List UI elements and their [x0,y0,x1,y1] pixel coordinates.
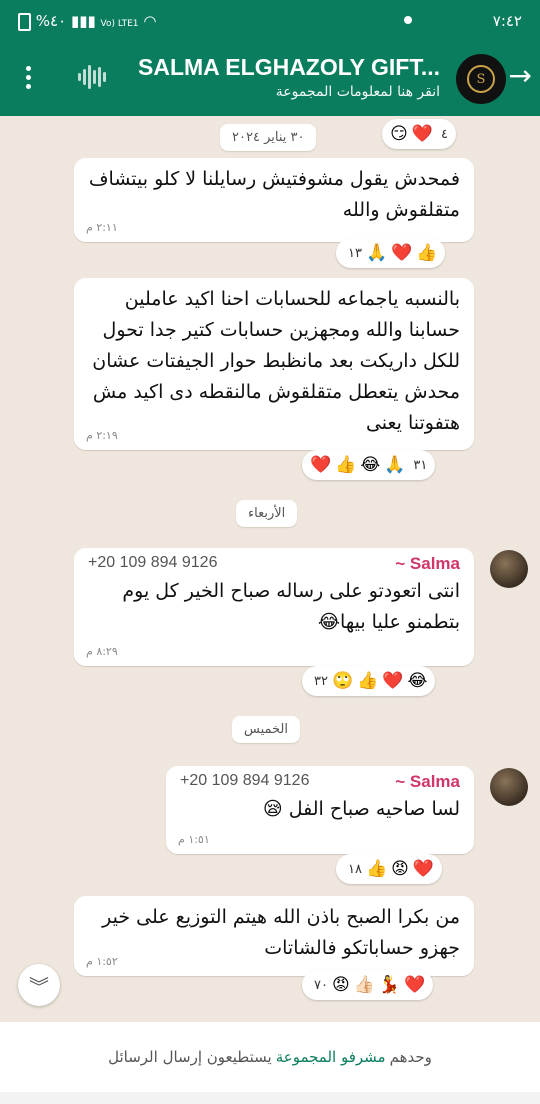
reactions[interactable]: ٣٢ 🙄 👍 ❤️ 😂 [302,666,436,696]
reaction-emoji: ❤️ [411,124,434,144]
sender-row: +20 109 894 9126 ~ Salma [166,766,474,792]
reactions[interactable]: 😏 ❤️ ٤ [382,119,456,149]
reaction-emoji: ❤️ [404,975,426,995]
message-text: انتى اتعودتو على رساله صباح الخير كل يوم… [122,580,460,633]
reaction-emoji: 👍 [416,243,438,263]
reaction-count: ٣٢ [314,673,328,689]
system-nav-bar [0,1092,540,1104]
reaction-emoji: 😂 [360,455,381,475]
message-time: ١:٥٢ م [86,955,118,968]
reaction-emoji: 😂 [407,671,428,691]
reaction-emoji: 🙄 [331,671,354,691]
group-avatar[interactable]: S [456,54,506,104]
message-time: ١:٥١ م [178,833,210,846]
reactions[interactable]: ١٣ 🙏 ❤️ 👍 [336,238,446,268]
reaction-emoji: 🙏 [365,243,388,263]
message-bubble[interactable]: +20 109 894 9126 ~ Salma لسا صاحيه صباح … [166,766,474,854]
message-text: فمحدش يقول مشوفتيش رسايلنا لا كلو بيتشاف… [88,168,460,221]
scroll-down-button[interactable]: ︾ [18,964,60,1006]
chat-header[interactable]: → S SALMA ELGHAZOLY GIFT... انقر هنا لمع… [0,44,540,116]
back-arrow-icon[interactable]: → [509,62,532,90]
sender-phone[interactable]: +20 109 894 9126 [180,772,309,792]
logo-letter: S [467,65,495,93]
message-bubble[interactable]: +20 109 894 9126 ~ Salma انتى اتعودتو عل… [74,548,474,666]
reaction-emoji: 👍 [365,859,388,879]
admin-only-notice: وحدهم مشرفو المجموعة يستطيعون إرسال الرس… [0,1022,540,1092]
reaction-emoji: 💃 [378,975,401,995]
network-label: Vo) LTE1 [100,19,139,29]
chat-area[interactable]: 😏 ❤️ ٤ ٣٠ يناير ٢٠٢٤ فمحدش يقول مشوفتيش … [0,116,540,1022]
wifi-icon: ◠ [143,12,157,30]
message-bubble[interactable]: من بكرا الصبح باذن الله هيتم التوزيع على… [74,896,474,976]
sender-phone[interactable]: +20 109 894 9126 [88,554,217,574]
reaction-emoji: ❤️ [382,671,404,691]
reaction-emoji: ❤️ [412,859,435,879]
message-bubble[interactable]: بالنسبه ياجماعه للحسابات احنا اكيد عاملي… [74,278,474,450]
reaction-emoji: 😡 [331,975,350,995]
battery-icon [18,12,31,31]
message-text: لسا صاحيه صباح الفل 😪 [262,798,460,820]
notification-dot [404,16,412,24]
day-pill: الأربعاء [236,500,298,527]
status-left: %٤٠ ▮▮▮ Vo) LTE1 ◠ [18,12,156,31]
group-title[interactable]: SALMA ELGHAZOLY GIFT... [138,54,440,81]
reaction-emoji: ❤️ [310,455,332,475]
reactions[interactable]: ٧٠ 😡 👍🏻 💃 ❤️ [302,970,434,1000]
reaction-emoji: ❤️ [391,243,413,263]
message-text: بالنسبه ياجماعه للحسابات احنا اكيد عاملي… [92,288,460,434]
status-time: ٧:٤٢ [492,12,522,30]
battery-level: %٤٠ [35,12,67,30]
sender-name[interactable]: ~ Salma [395,772,460,792]
message-time: ٢:١١ م [86,221,118,234]
voice-call-icon[interactable] [78,64,106,90]
group-info-hint[interactable]: انقر هنا لمعلومات المجموعة [276,84,440,100]
date-pill: ٣٠ يناير ٢٠٢٤ [220,124,317,151]
reaction-emoji: 👍 [335,455,357,475]
reactions[interactable]: ❤️ 👍 😂 🙏 ٣١ [302,450,436,480]
reaction-emoji: 🙏 [384,455,406,475]
sender-row: +20 109 894 9126 ~ Salma [74,548,474,574]
signal-icon: ▮▮▮ [70,12,96,30]
sender-avatar[interactable] [490,768,528,806]
message-time: ٨:٢٩ م [86,645,118,658]
status-bar: ٧:٤٢ %٤٠ ▮▮▮ Vo) LTE1 ◠ [0,0,540,44]
reaction-emoji: 😡 [391,859,409,879]
chevron-down-icon: ︾ [29,974,49,999]
group-admins-link[interactable]: مشرفو المجموعة [276,1048,386,1066]
reactions[interactable]: ١٨ 👍 😡 ❤️ [336,854,443,884]
sender-name[interactable]: ~ Salma [395,554,460,574]
message-bubble[interactable]: فمحدش يقول مشوفتيش رسايلنا لا كلو بيتشاف… [74,158,474,242]
reaction-count: ١٨ [348,861,362,877]
reaction-count: ١٣ [348,245,362,261]
message-text: من بكرا الصبح باذن الله هيتم التوزيع على… [102,906,460,959]
sender-avatar[interactable] [490,550,528,588]
reaction-count: ٧٠ [314,977,328,993]
notice-text-after: يستطيعون إرسال الرسائل [108,1048,272,1066]
reaction-emoji: 👍 [357,671,379,691]
reaction-emoji: 😏 [390,124,408,144]
day-pill: الخميس [232,716,300,743]
reaction-count: ٤ [441,126,448,142]
reaction-emoji: 👍🏻 [353,975,375,995]
message-time: ٢:١٩ م [86,429,118,442]
more-options-icon[interactable] [26,66,32,93]
reaction-count: ٣١ [413,457,428,473]
notice-text-before: وحدهم [389,1048,432,1066]
